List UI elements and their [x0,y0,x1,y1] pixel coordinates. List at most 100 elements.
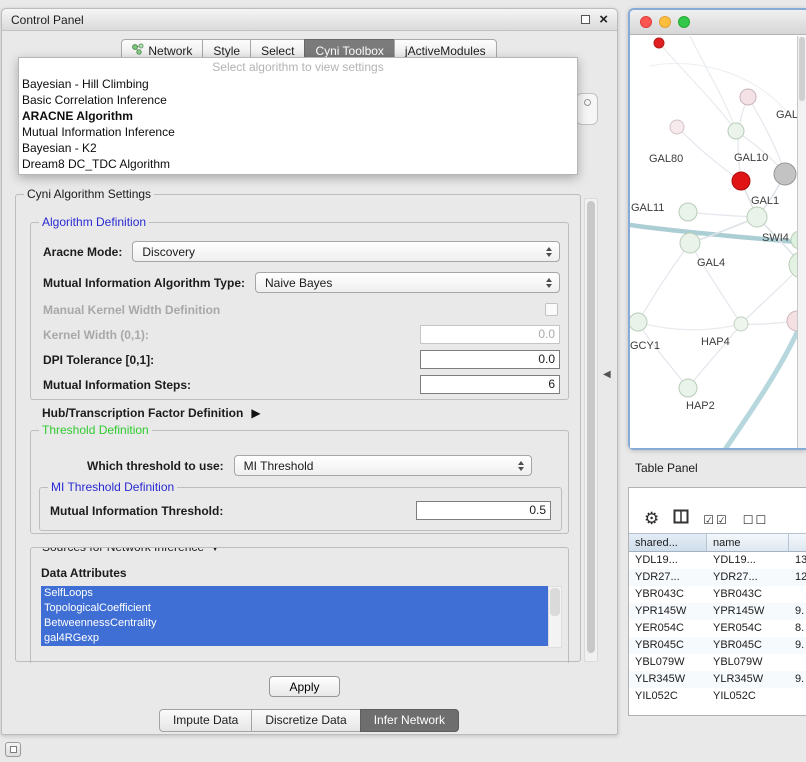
attributes-list-scrollbar[interactable] [548,586,562,648]
table-row[interactable]: YLR345WYLR345W9. [629,671,806,688]
deselect-all-icon[interactable]: ☐☐ [743,513,769,527]
dpi-tolerance-row: DPI Tolerance [0,1]: 0.0 [43,349,560,370]
expand-arrow-icon: ▶ [251,406,260,420]
algorithm-option[interactable]: Bayesian - Hill Climbing [19,76,577,92]
cyni-algorithm-settings-group: Cyni Algorithm Settings Algorithm Defini… [15,194,581,662]
network-node[interactable] [728,123,744,139]
cyni-mode-tabbar: Impute Data Discretize Data Infer Networ… [2,709,617,732]
node-label: SWI4 [762,232,789,244]
network-edge [690,36,736,131]
minimize-window-icon[interactable] [659,16,671,28]
table-row[interactable]: YPR145WYPR145W9. [629,603,806,620]
column-header-shared-name[interactable]: shared... [629,534,707,551]
hub-definition-toggle[interactable]: Hub/Transcription Factor Definition ▶ [42,404,261,422]
select-all-icon[interactable]: ☑☑ [703,513,729,527]
network-scrollbar-thumb[interactable] [799,37,805,101]
table-row[interactable]: YBR045CYBR045C9. [629,637,806,654]
network-node[interactable] [740,89,756,105]
table-row[interactable]: YBL079WYBL079W [629,654,806,671]
network-node[interactable] [732,172,750,190]
network-node[interactable] [787,311,797,331]
node-label: GAL1 [751,195,779,207]
kernel-width-field[interactable]: 0.0 [420,325,560,344]
dpi-tolerance-label: DPI Tolerance [0,1]: [43,353,154,367]
network-node[interactable] [670,120,684,134]
column-header-extra[interactable] [789,534,806,551]
tab-impute-data[interactable]: Impute Data [159,709,252,732]
collapsed-panel-icon[interactable] [5,742,21,757]
network-node[interactable] [734,317,748,331]
table-row[interactable]: YDL19...YDL19...13 [629,552,806,569]
float-panel-icon[interactable] [581,15,590,24]
network-node[interactable] [789,252,797,278]
network-edge [638,322,741,330]
algorithm-option[interactable]: Dream8 DC_TDC Algorithm [19,156,577,172]
network-node[interactable] [679,203,697,221]
settings-scrollbar[interactable] [584,198,598,662]
sources-group: Sources for Network Inference ▼ Data Att… [30,547,569,663]
table-cell: YLR345W [629,671,707,688]
network-node[interactable] [747,207,767,227]
data-attribute-item[interactable]: gal4RGexp [41,631,548,646]
algorithm-option[interactable]: Bayesian - K2 [19,140,577,156]
algorithm-option[interactable]: Mutual Information Inference [19,124,577,140]
node-label: GAL80 [776,109,797,121]
network-canvas[interactable]: GAL80GAL80GAL10GAL11GAL1SWI4GAL4GCY1HAP4… [630,36,806,448]
dpi-tolerance-field[interactable]: 0.0 [420,350,560,369]
table-cell: YDL19... [707,552,789,569]
table-row[interactable]: YIL052CYIL052C [629,688,806,705]
mi-steps-row: Mutual Information Steps: 6 [43,374,560,395]
column-browser-icon[interactable] [673,509,689,527]
collapse-arrow-icon[interactable]: ▼ [209,547,221,555]
tab-label: Infer Network [374,713,445,727]
network-node[interactable] [679,379,697,397]
close-panel-icon[interactable]: × [599,14,608,26]
table-cell: 9. [789,603,806,620]
network-node[interactable] [774,163,796,185]
algorithm-option[interactable]: Basic Correlation Inference [19,92,577,108]
data-attribute-item[interactable]: TopologicalCoefficient [41,601,548,616]
mi-type-select[interactable]: Naive Bayes [255,272,560,293]
apply-button[interactable]: Apply [269,676,340,697]
sources-title: Sources for Network Inference [42,547,204,555]
hidden-combo-fragment[interactable] [576,93,598,125]
network-tab-icon [132,43,144,58]
network-node[interactable] [680,233,700,253]
node-label: HAP2 [686,400,715,412]
table-cell: 8. [789,620,806,637]
zoom-window-icon[interactable] [678,16,690,28]
network-node[interactable] [630,313,647,331]
manual-kernel-checkbox[interactable] [545,303,558,316]
data-attribute-item[interactable]: BetweennessCentrality [41,616,548,631]
gear-icon[interactable]: ⚙ [644,511,659,527]
table-row[interactable]: YDR27...YDR27...12 [629,569,806,586]
tab-infer-network[interactable]: Infer Network [360,709,459,732]
network-edge [726,326,797,448]
kernel-width-row: Kernel Width (0,1): 0.0 [43,324,560,345]
column-header-name[interactable]: name [707,534,789,551]
mi-threshold-group: MI Threshold Definition Mutual Informati… [39,487,562,531]
table-panel-window: ⚙ ☑☑ ☐☐ shared... name YDL19...YDL19...1… [628,487,806,716]
network-node[interactable] [654,38,664,48]
network-edge [688,324,741,388]
table-row[interactable]: YBR043CYBR043C [629,586,806,603]
network-scrollbar[interactable] [797,36,806,448]
panel-collapse-arrow[interactable]: ◀ [603,369,611,380]
network-window-titlebar[interactable] [630,10,806,35]
table-row[interactable]: YER054CYER054C8. [629,620,806,637]
threshold-select[interactable]: MI Threshold [234,455,532,476]
table-cell: YDR27... [629,569,707,586]
group-title: Threshold Definition [39,423,152,438]
close-window-icon[interactable] [640,16,652,28]
settings-scrollbar-thumb[interactable] [587,201,595,653]
mi-threshold-field[interactable]: 0.5 [416,501,551,520]
algorithm-option[interactable]: ARACNE Algorithm [19,108,577,124]
mi-steps-field[interactable]: 6 [420,375,560,394]
table-cell: YER054C [629,620,707,637]
tab-discretize-data[interactable]: Discretize Data [251,709,360,732]
network-edge [690,243,741,324]
data-attribute-item[interactable]: SelfLoops [41,586,548,601]
manual-kernel-label: Manual Kernel Width Definition [43,303,220,317]
algorithm-dropdown-popup: Select algorithm to view settings Bayesi… [18,57,578,175]
aracne-mode-select[interactable]: Discovery [132,241,560,262]
